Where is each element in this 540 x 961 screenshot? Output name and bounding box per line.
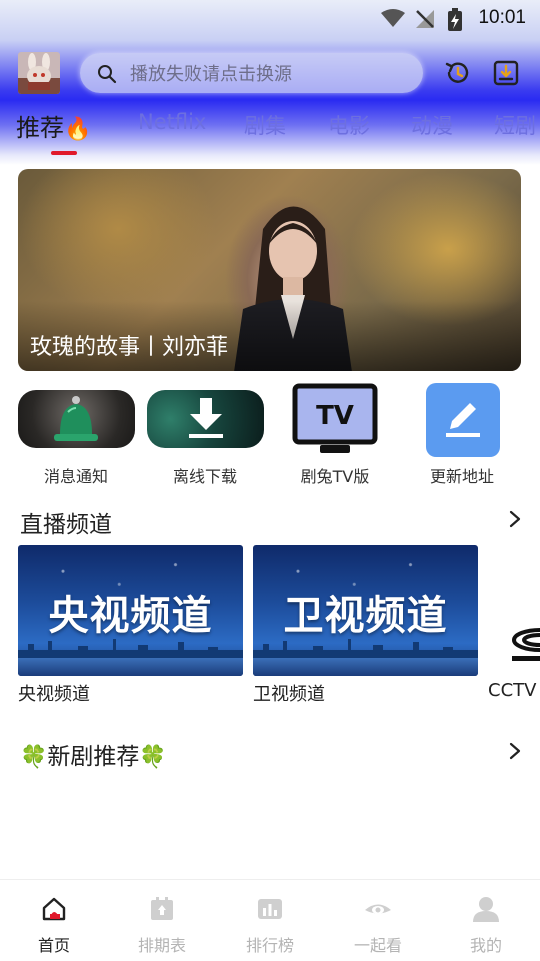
bell-icon: [18, 390, 135, 448]
home-icon: [42, 897, 66, 921]
channel-label[interactable]: CCTV: [488, 680, 536, 701]
status-bar: 10:01: [0, 0, 540, 36]
channel-label[interactable]: 央视频道: [18, 680, 90, 706]
bottom-navigation: 首页 排期表 排行榜 一起看 我的: [0, 879, 540, 961]
nav-item-ranking[interactable]: 排行榜: [216, 880, 324, 961]
battery-icon: [448, 8, 462, 31]
tab-short-drama[interactable]: 短剧: [494, 110, 536, 140]
nav-item-schedule[interactable]: 排期表: [108, 880, 216, 961]
search-input[interactable]: [128, 53, 412, 95]
quick-action-label: 消息通知: [43, 467, 108, 486]
city-skyline-image: [253, 639, 478, 658]
channel-label[interactable]: 卫视频道: [253, 680, 325, 706]
tab-active-indicator: [51, 151, 77, 155]
quick-action-label: 更新地址: [429, 467, 494, 486]
nav-item-profile[interactable]: 我的: [432, 880, 540, 961]
ranking-icon: [258, 899, 282, 919]
wifi-icon: [381, 9, 405, 27]
chevron-right-icon[interactable]: [508, 741, 522, 761]
tab-anime[interactable]: 动漫: [411, 110, 453, 140]
download-manager-icon[interactable]: [493, 59, 519, 87]
edit-icon: [426, 383, 500, 457]
tab-movies[interactable]: 电影: [328, 110, 370, 140]
quick-action-label: 离线下载: [172, 467, 237, 486]
channel-card-cctv[interactable]: 央视频道: [18, 545, 243, 676]
featured-banner[interactable]: 玫瑰的故事丨刘亦菲: [18, 169, 521, 371]
quick-action-label: 剧兔TV版: [300, 467, 370, 486]
download-icon: [147, 390, 264, 448]
channel-card-title: 央视频道: [48, 592, 213, 639]
nav-item-home[interactable]: 首页: [0, 880, 108, 961]
search-box[interactable]: [80, 53, 423, 95]
tv-icon: TV: [292, 383, 378, 453]
category-tabs: 推荐🔥 Netflix 剧集 电影 动漫 短剧: [0, 110, 540, 158]
tab-recommend[interactable]: 推荐🔥: [16, 108, 91, 143]
avatar[interactable]: [18, 52, 60, 94]
city-skyline-image: [18, 639, 243, 658]
channel-card-title: 卫视频道: [283, 592, 448, 639]
tab-series[interactable]: 剧集: [244, 110, 286, 140]
user-icon: [473, 897, 499, 922]
search-icon: [98, 65, 117, 84]
history-icon[interactable]: [444, 59, 472, 87]
calendar-icon: [151, 897, 173, 920]
tv-badge-text: TV: [316, 401, 354, 431]
no-signal-icon: [416, 10, 434, 28]
status-time: 10:01: [478, 7, 526, 28]
new-drama-section-title: 🍀新剧推荐🍀: [20, 744, 167, 770]
tab-netflix[interactable]: Netflix: [138, 110, 206, 134]
banner-caption: 玫瑰的故事丨刘亦菲: [30, 335, 229, 360]
channel-card-satellite[interactable]: 卫视频道: [253, 545, 478, 676]
eye-icon: [365, 904, 391, 914]
chevron-right-icon[interactable]: [508, 509, 522, 529]
nav-item-watch-together[interactable]: 一起看: [324, 880, 432, 961]
cctv-logo-icon[interactable]: [510, 620, 540, 666]
live-section-title: 直播频道: [20, 512, 112, 538]
